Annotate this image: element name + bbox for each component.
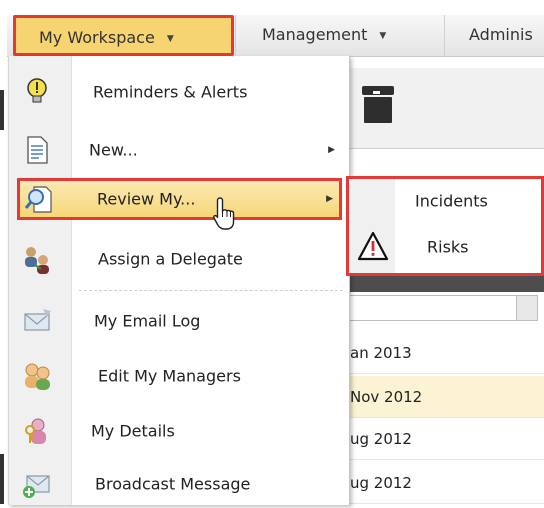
menu-item-label: Broadcast Message <box>95 474 251 494</box>
menu-item-new[interactable]: New... ▶ <box>9 122 349 178</box>
table-row[interactable]: an 2013 <box>348 332 544 374</box>
menu-item-reminders-alerts[interactable]: Reminders & Alerts <box>9 64 349 120</box>
left-edge <box>0 68 8 505</box>
menu-separator <box>79 290 343 291</box>
delegate-users-icon <box>25 247 49 274</box>
new-document-icon <box>27 136 48 164</box>
archive-icon[interactable] <box>362 86 394 124</box>
filter-dropdown-icon[interactable] <box>516 296 537 320</box>
alert-bulb-icon <box>27 78 47 103</box>
left-edge-mark <box>0 90 4 130</box>
table-cell-date: ug 2012 <box>350 430 412 448</box>
review-my-submenu: Incidents Risks <box>346 176 544 276</box>
menu-item-email-log[interactable]: My Email Log <box>9 296 349 346</box>
chevron-right-icon: ▶ <box>326 194 333 204</box>
menu-item-my-details[interactable]: My Details <box>9 406 349 456</box>
chevron-right-icon: ▶ <box>328 145 335 155</box>
menu-item-label: Assign a Delegate <box>98 249 243 269</box>
submenu-item-label: Incidents <box>415 191 488 211</box>
submenu-item-incidents[interactable]: Incidents <box>349 179 541 223</box>
menu-item-edit-managers[interactable]: Edit My Managers <box>9 350 349 402</box>
left-edge-mark <box>0 454 4 504</box>
tab-administration-label: Adminis <box>469 25 533 44</box>
menu-item-label: Reminders & Alerts <box>93 82 248 102</box>
menu-item-label: My Details <box>91 421 175 441</box>
tab-my-workspace-label: My Workspace <box>39 28 155 47</box>
menu-item-review-my[interactable]: Review My... ▶ <box>17 178 342 220</box>
menu-item-label: Review My... <box>97 189 196 209</box>
grid-filter-input[interactable] <box>348 295 538 321</box>
managers-icon <box>25 363 50 390</box>
menu-item-label: My Email Log <box>94 311 201 331</box>
main-menu-bar: My Workspace ▼ Management ▼ Adminis <box>7 15 544 57</box>
my-workspace-dropdown: Reminders & Alerts New... ▶ Review My...… <box>8 56 350 505</box>
tab-management-label: Management <box>262 25 368 44</box>
table-row[interactable]: Nov 2012 <box>348 376 544 418</box>
hand-cursor-icon <box>213 197 235 230</box>
submenu-item-risks[interactable]: Risks <box>349 225 541 269</box>
chevron-down-icon: ▼ <box>166 34 174 44</box>
user-details-icon <box>25 418 46 444</box>
table-cell-date: Nov 2012 <box>350 388 423 406</box>
menu-item-assign-delegate[interactable]: Assign a Delegate <box>9 234 349 284</box>
table-row[interactable]: ug 2012 <box>348 418 544 460</box>
table-row[interactable]: ug 2012 <box>348 462 544 504</box>
table-cell-date: ug 2012 <box>350 474 412 492</box>
menu-item-label: Edit My Managers <box>98 366 241 386</box>
warning-triangle-icon <box>357 231 389 261</box>
review-magnifier-icon <box>24 186 52 213</box>
chevron-down-icon: ▼ <box>379 31 387 41</box>
menu-item-label: New... <box>89 140 138 160</box>
submenu-item-label: Risks <box>427 237 469 257</box>
tab-my-workspace[interactable]: My Workspace ▼ <box>13 15 234 56</box>
table-cell-date: an 2013 <box>350 344 412 362</box>
email-icon <box>24 309 51 331</box>
broadcast-message-icon <box>23 475 50 498</box>
tab-administration[interactable]: Adminis <box>444 15 544 56</box>
tab-management[interactable]: Management ▼ <box>235 15 444 56</box>
menu-item-broadcast-message[interactable]: Broadcast Message <box>9 460 349 508</box>
